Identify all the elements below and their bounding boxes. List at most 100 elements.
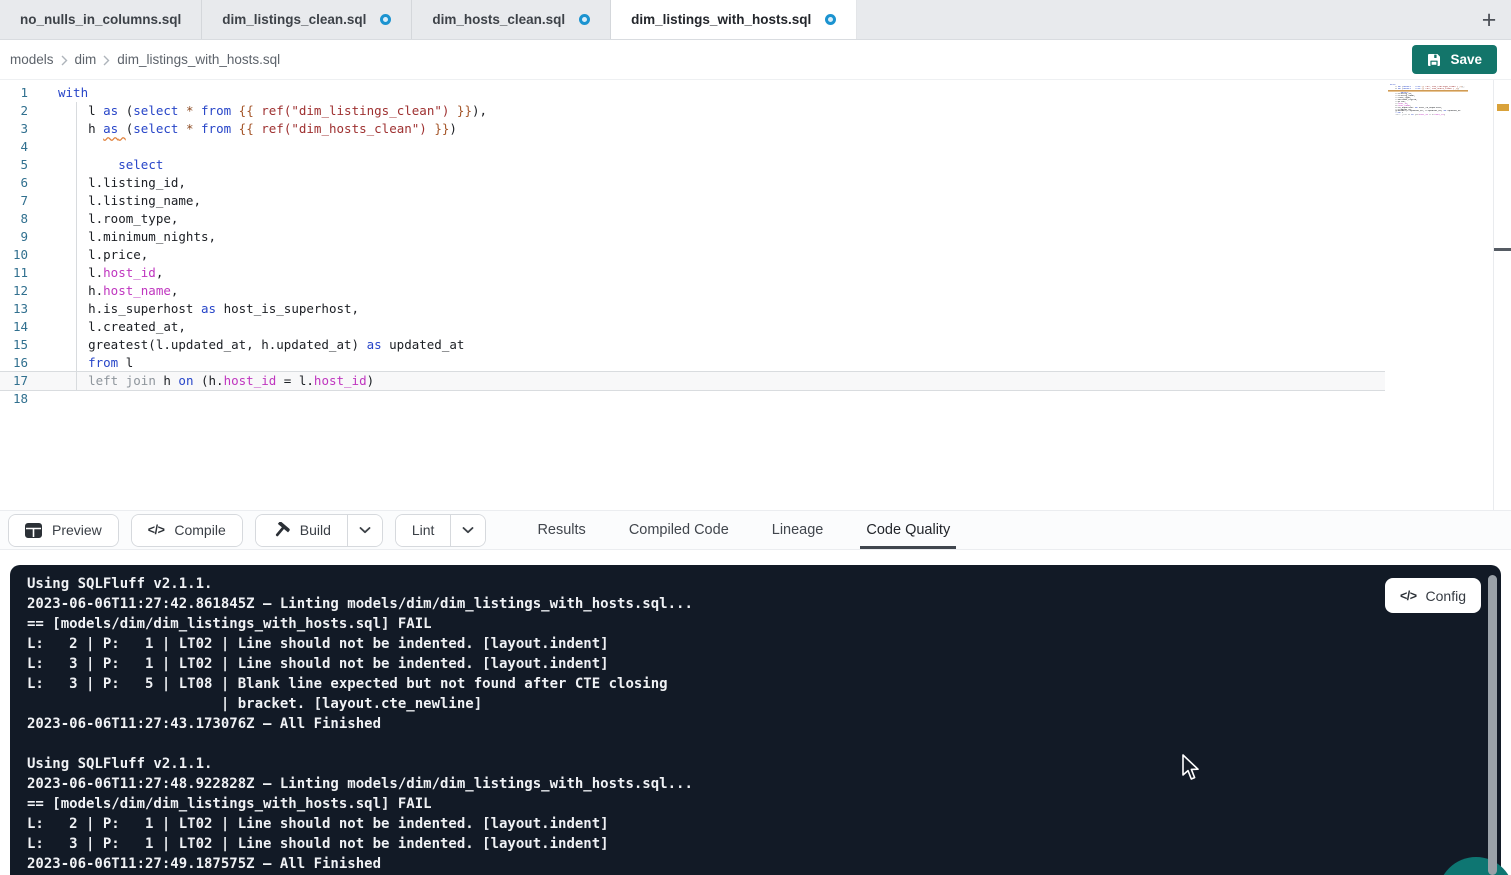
code-text: l as (select * from {{ ref("dim_listings… [58,102,487,120]
file-tab[interactable]: dim_listings_clean.sql [202,0,412,39]
code-token [231,103,239,118]
save-button[interactable]: Save [1412,45,1497,74]
code-token: h [58,121,103,136]
file-tab-bar: no_nulls_in_columns.sql dim_listings_clea… [0,0,1511,40]
code-line[interactable]: 1with [0,84,1385,102]
code-line[interactable]: 16 from l [0,354,1385,372]
result-tabs: Results Compiled Code Lineage Code Quality [531,511,956,549]
code-token: l [118,355,133,370]
panel-tab-results[interactable]: Results [531,511,591,549]
code-icon: </> [148,523,165,537]
code-token [58,355,88,370]
code-line[interactable]: 10 l.price, [0,246,1385,264]
terminal-scrollbar[interactable] [1488,575,1497,875]
code-token: as [103,121,118,136]
code-line[interactable]: 9 l.minimum_nights, [0,228,1385,246]
code-token: ), [472,103,487,118]
panel-tab-code-quality[interactable]: Code Quality [860,511,956,549]
code-line[interactable]: 15 greatest(l.updated_at, h.updated_at) … [0,336,1385,354]
terminal-panel[interactable]: Using SQLFluff v2.1.1. 2023-06-06T11:27:… [10,565,1501,875]
file-tab[interactable]: no_nulls_in_columns.sql [0,0,202,39]
code-line[interactable]: 8 l.room_type, [0,210,1385,228]
code-token: select [118,157,163,172]
breadcrumb-item[interactable]: dim [75,52,97,67]
code-line[interactable]: 3 h as (select * from {{ ref("dim_hosts_… [0,120,1385,138]
code-token: * [186,121,194,136]
code-line[interactable]: 7 l.listing_name, [0,192,1385,210]
action-buttons: Preview </> Compile Build Lint [8,514,486,547]
file-tab[interactable]: dim_listings_with_hosts.sql [611,0,857,39]
panel-tab-lineage[interactable]: Lineage [766,511,830,549]
code-line[interactable]: 4 [0,138,1385,156]
file-tab-label: dim_listings_with_hosts.sql [631,12,811,27]
code-line[interactable]: 2 l as (select * from {{ ref("dim_listin… [0,102,1385,120]
code-token: from [88,355,118,370]
new-tab-button[interactable]: + [1475,6,1503,34]
build-dropdown-button[interactable] [347,515,382,546]
code-line[interactable]: 6 l.listing_id, [0,174,1385,192]
breadcrumb-item[interactable]: models [10,52,54,67]
code-token: host_is_superhost, [1417,107,1442,109]
code-line[interactable]: 14 l.created_at, [0,318,1385,336]
compile-button[interactable]: </> Compile [132,515,242,546]
line-number: 15 [0,336,28,354]
code-editor[interactable]: 1with2 l as (select * from {{ ref("dim_l… [0,80,1511,510]
file-header-bar: models dim dim_listings_with_hosts.sql Sav… [0,40,1511,80]
line-number: 4 [0,138,28,156]
save-label: Save [1450,52,1482,67]
config-button[interactable]: </> Config [1385,578,1481,613]
code-token: l.listing_id, [58,175,186,190]
compile-label: Compile [174,522,225,538]
build-button[interactable]: Build [256,515,347,546]
line-number: 10 [0,246,28,264]
indent-guide [76,102,77,390]
lint-button[interactable]: Lint [396,515,451,546]
build-button-group: Build [255,514,383,547]
code-line[interactable]: 11 l.host_id, [0,264,1385,282]
code-text: l.listing_name, [58,192,201,210]
code-text: l.listing_id, [58,174,186,192]
code-token: h. [58,283,103,298]
code-line[interactable]: 13 h.is_superhost as host_is_superhost, [0,300,1385,318]
code-line[interactable]: 17 left join h on (h.host_id = l.host_id… [0,372,1385,390]
code-text: l.host_id, [58,264,163,282]
panel-tab-compiled-code[interactable]: Compiled Code [623,511,735,549]
code-text: l.minimum_nights, [58,228,216,246]
code-token: , [171,283,179,298]
code-line[interactable]: 5 select [0,156,1385,174]
code-token: greatest(l.updated_at, h.updated_at) [58,337,367,352]
code-text: left join h on (h.host_id = l.host_id) [58,372,374,390]
scroll-position-marker [1494,248,1511,251]
chevron-down-icon [359,527,371,534]
code-token: {{ [239,103,262,118]
preview-label: Preview [52,522,102,538]
code-line[interactable]: 18 [0,390,1385,408]
code-token: on [178,373,193,388]
terminal-output: Using SQLFluff v2.1.1. 2023-06-06T11:27:… [27,574,693,874]
breadcrumb-item[interactable]: dim_listings_with_hosts.sql [117,52,280,67]
config-label: Config [1426,588,1466,604]
code-token: ( [118,103,133,118]
code-text: with [58,84,88,102]
code-token: ), [1462,86,1465,88]
compile-button-group: </> Compile [131,514,243,547]
code-token [194,121,202,136]
code-token: with [58,85,88,100]
preview-button[interactable]: Preview [9,515,118,546]
code-token [58,157,118,172]
overview-ruler[interactable] [1493,80,1511,510]
code-token: {{ [239,121,262,136]
file-tab[interactable]: dim_hosts_clean.sql [412,0,611,39]
line-number: 7 [0,192,28,210]
code-token: host_is_superhost, [216,301,359,316]
lint-dropdown-button[interactable] [450,515,485,546]
code-line[interactable]: 12 h.host_name, [0,282,1385,300]
dbt-cloud-ide: no_nulls_in_columns.sql dim_listings_clea… [0,0,1511,875]
line-number: 18 [0,390,28,408]
line-number: 6 [0,174,28,192]
file-tab-label: no_nulls_in_columns.sql [20,12,181,27]
line-number: 12 [0,282,28,300]
code-token: , [156,265,164,280]
code-token: (h. [193,373,223,388]
code-token [58,373,88,388]
